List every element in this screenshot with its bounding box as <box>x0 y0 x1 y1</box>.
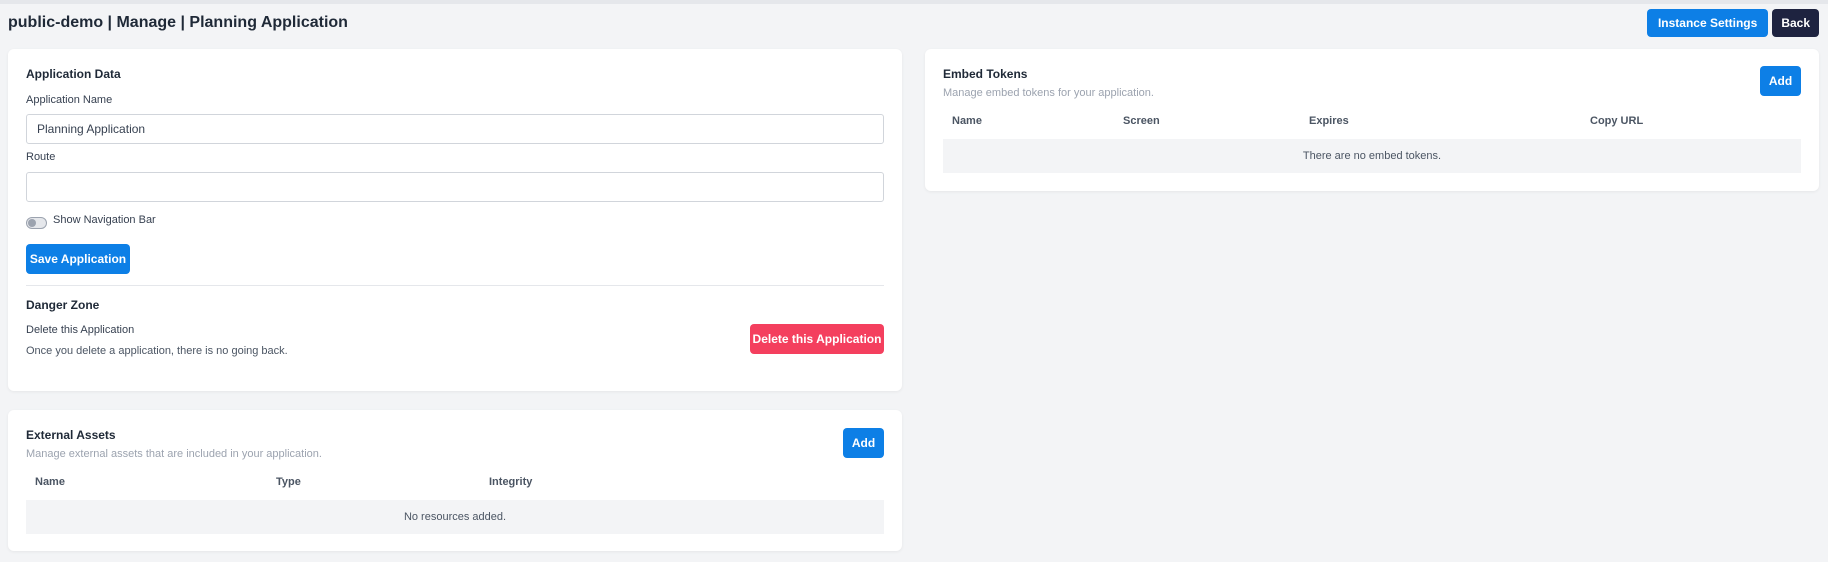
save-application-button[interactable]: Save Application <box>26 244 130 274</box>
assets-column-type: Type <box>276 476 301 488</box>
assets-column-integrity: Integrity <box>489 476 533 488</box>
tokens-column-copy-url: Copy URL <box>1590 115 1644 127</box>
application-name-input[interactable] <box>26 114 884 144</box>
application-data-card: Application Data Application Name Route … <box>8 49 902 391</box>
tokens-column-screen: Screen <box>1123 115 1160 127</box>
assets-column-name: Name <box>35 476 65 488</box>
add-asset-button[interactable]: Add <box>843 428 884 458</box>
embed-tokens-description: Manage embed tokens for your application… <box>943 87 1154 99</box>
tokens-empty-row: There are no embed tokens. <box>943 139 1801 173</box>
route-input[interactable] <box>26 172 884 202</box>
back-button[interactable]: Back <box>1772 9 1819 37</box>
tokens-column-expires: Expires <box>1309 115 1349 127</box>
show-navigation-toggle[interactable] <box>26 217 47 229</box>
show-navigation-label: Show Navigation Bar <box>53 214 156 226</box>
tokens-column-name: Name <box>952 115 982 127</box>
top-border <box>0 0 1828 4</box>
external-assets-heading: External Assets <box>26 428 116 442</box>
divider <box>26 285 884 286</box>
assets-empty-row: No resources added. <box>26 500 884 534</box>
toggle-knob <box>28 219 36 227</box>
embed-tokens-card: Embed Tokens Manage embed tokens for you… <box>925 49 1819 191</box>
danger-zone-heading: Danger Zone <box>26 298 100 312</box>
delete-application-description: Once you delete a application, there is … <box>26 345 288 357</box>
instance-settings-button[interactable]: Instance Settings <box>1646 9 1769 37</box>
delete-application-button[interactable]: Delete this Application <box>750 324 884 354</box>
external-assets-description: Manage external assets that are included… <box>26 448 322 460</box>
delete-application-title: Delete this Application <box>26 324 135 336</box>
header-actions: Instance Settings Back <box>1646 9 1819 37</box>
page-title: public-demo | Manage | Planning Applicat… <box>8 14 348 31</box>
application-data-heading: Application Data <box>26 67 121 81</box>
route-label: Route <box>26 151 56 163</box>
external-assets-card: External Assets Manage external assets t… <box>8 410 902 551</box>
application-name-label: Application Name <box>26 94 113 106</box>
embed-tokens-heading: Embed Tokens <box>943 67 1028 81</box>
add-embed-token-button[interactable]: Add <box>1760 66 1801 96</box>
